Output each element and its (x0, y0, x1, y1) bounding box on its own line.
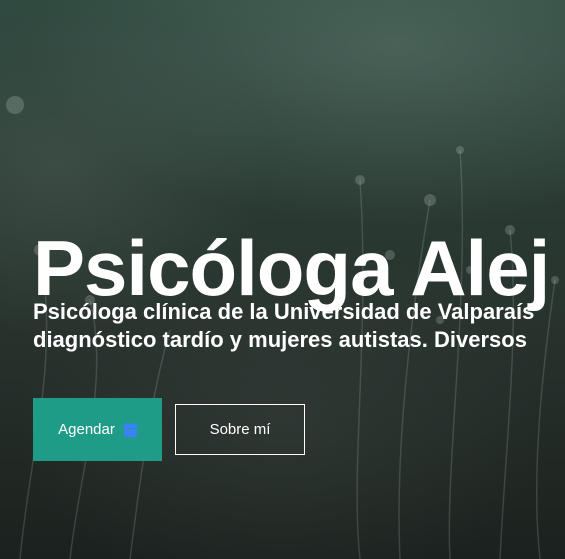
about-me-button-label: Sobre mí (209, 421, 271, 438)
hero-subtitle-line-2: diagnóstico tardío y mujeres autistas. D… (33, 327, 527, 352)
hero-subtitle-line-1: Psicóloga clínica de la Universidad de V… (33, 299, 535, 324)
hero-subtitle: Psicóloga clínica de la Universidad de V… (33, 298, 534, 354)
page-title: Psicóloga Alej (33, 224, 550, 313)
calendar-icon (123, 422, 137, 437)
hero-section: Psicóloga Alej Psicóloga clínica de la U… (0, 0, 565, 559)
schedule-button[interactable]: Agendar (33, 398, 162, 461)
about-me-button[interactable]: Sobre mí (175, 404, 305, 455)
schedule-button-label: Agendar (58, 421, 115, 438)
